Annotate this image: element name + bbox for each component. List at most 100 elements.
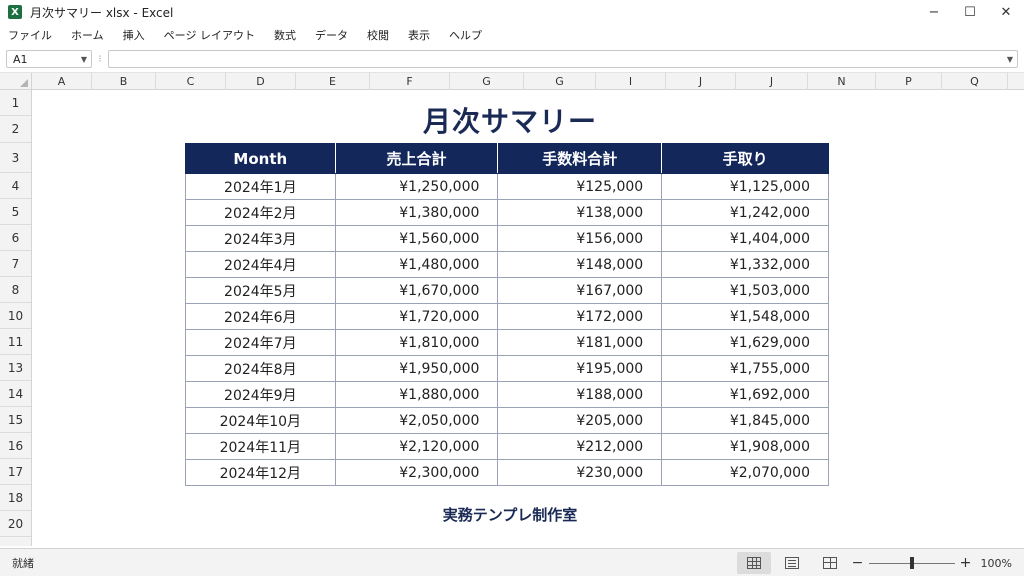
cell-sales[interactable]: ¥1,880,000 — [334, 381, 499, 408]
cell-fee[interactable]: ¥172,000 — [497, 303, 663, 330]
column-header[interactable]: G — [524, 73, 596, 90]
cell-month[interactable]: 2024年5月 — [185, 277, 336, 304]
cell-month[interactable]: 2024年12月 — [185, 459, 336, 486]
column-header[interactable]: G — [450, 73, 524, 90]
cell-net[interactable]: ¥1,845,000 — [661, 407, 829, 434]
formula-input[interactable]: ▼ — [108, 50, 1018, 68]
row-header[interactable]: 5 — [0, 199, 31, 225]
header-net[interactable]: 手取り — [661, 143, 829, 174]
close-button[interactable]: ✕ — [988, 0, 1024, 24]
row-header[interactable]: 3 — [0, 143, 31, 173]
cell-fee[interactable]: ¥195,000 — [497, 355, 663, 382]
cell-month[interactable]: 2024年4月 — [185, 251, 336, 278]
name-box[interactable]: A1 ▼ — [6, 50, 92, 68]
cell-net[interactable]: ¥1,404,000 — [661, 225, 829, 252]
row-header[interactable]: 13 — [0, 355, 31, 381]
cell-month[interactable]: 2024年3月 — [185, 225, 336, 252]
menu-insert[interactable]: 挿入 — [123, 27, 145, 43]
column-header[interactable]: C — [156, 73, 226, 90]
menu-formulas[interactable]: 数式 — [274, 27, 296, 43]
row-header[interactable]: 18 — [0, 485, 31, 511]
column-header[interactable]: Q — [942, 73, 1008, 90]
cell-sales[interactable]: ¥1,670,000 — [334, 277, 499, 304]
row-header[interactable]: 7 — [0, 251, 31, 277]
header-sales-total[interactable]: 売上合計 — [334, 143, 499, 174]
select-all-button[interactable] — [0, 73, 32, 90]
cell-month[interactable]: 2024年2月 — [185, 199, 336, 226]
cell-fee[interactable]: ¥167,000 — [497, 277, 663, 304]
cell-net[interactable]: ¥1,242,000 — [661, 199, 829, 226]
page-layout-view-button[interactable] — [775, 552, 809, 574]
cell-sales[interactable]: ¥2,050,000 — [334, 407, 499, 434]
header-month[interactable]: Month — [185, 143, 336, 174]
column-header[interactable]: E — [296, 73, 370, 90]
minimize-button[interactable]: − — [916, 0, 952, 24]
menu-review[interactable]: 校閲 — [367, 27, 389, 43]
cell-sales[interactable]: ¥2,300,000 — [334, 459, 499, 486]
menu-data[interactable]: データ — [315, 27, 348, 43]
cell-month[interactable]: 2024年7月 — [185, 329, 336, 356]
cell-fee[interactable]: ¥125,000 — [497, 173, 663, 200]
cell-sales[interactable]: ¥1,480,000 — [334, 251, 499, 278]
cell-fee[interactable]: ¥138,000 — [497, 199, 663, 226]
row-header[interactable]: 14 — [0, 381, 31, 407]
zoom-slider[interactable] — [868, 556, 955, 569]
menu-help[interactable]: ヘルプ — [449, 27, 482, 43]
zoom-out-button[interactable]: − — [851, 555, 865, 571]
cell-net[interactable]: ¥1,755,000 — [661, 355, 829, 382]
row-header[interactable]: 8 — [0, 277, 31, 303]
cell-net[interactable]: ¥1,125,000 — [661, 173, 829, 200]
row-header[interactable]: 6 — [0, 225, 31, 251]
column-header[interactable]: A — [32, 73, 92, 90]
cell-month[interactable]: 2024年1月 — [185, 173, 336, 200]
column-header[interactable]: J — [736, 73, 808, 90]
row-header[interactable]: 4 — [0, 173, 31, 199]
cell-net[interactable]: ¥1,692,000 — [661, 381, 829, 408]
cell-fee[interactable]: ¥181,000 — [497, 329, 663, 356]
column-header[interactable]: P — [876, 73, 942, 90]
cell-month[interactable]: 2024年6月 — [185, 303, 336, 330]
column-header[interactable]: N — [808, 73, 876, 90]
cell-fee[interactable]: ¥188,000 — [497, 381, 663, 408]
maximize-button[interactable]: ☐ — [952, 0, 988, 24]
column-header[interactable]: J — [666, 73, 736, 90]
row-header[interactable]: 20 — [0, 511, 31, 537]
cell-fee[interactable]: ¥148,000 — [497, 251, 663, 278]
cell-sales[interactable]: ¥1,720,000 — [334, 303, 499, 330]
cell-net[interactable]: ¥1,629,000 — [661, 329, 829, 356]
cell-fee[interactable]: ¥212,000 — [497, 433, 663, 460]
menu-home[interactable]: ホーム — [71, 27, 104, 43]
cell-sales[interactable]: ¥1,950,000 — [334, 355, 499, 382]
normal-view-button[interactable] — [736, 552, 771, 574]
expand-formula-chevron-icon[interactable]: ▼ — [1007, 55, 1013, 64]
cell-sales[interactable]: ¥1,810,000 — [334, 329, 499, 356]
cell-fee[interactable]: ¥156,000 — [497, 225, 663, 252]
cell-month[interactable]: 2024年9月 — [185, 381, 336, 408]
column-header[interactable]: I — [596, 73, 666, 90]
row-header[interactable]: 17 — [0, 459, 31, 485]
page-break-view-button[interactable] — [813, 552, 847, 574]
row-header[interactable]: 10 — [0, 303, 31, 329]
cell-net[interactable]: ¥2,070,000 — [661, 459, 829, 486]
menu-file[interactable]: ファイル — [8, 27, 52, 43]
cell-month[interactable]: 2024年10月 — [185, 407, 336, 434]
zoom-slider-thumb[interactable] — [909, 556, 914, 569]
row-header[interactable]: 16 — [0, 433, 31, 459]
cell-net[interactable]: ¥1,503,000 — [661, 277, 829, 304]
cell-net[interactable]: ¥1,908,000 — [661, 433, 829, 460]
cell-sales[interactable]: ¥1,250,000 — [334, 173, 499, 200]
cell-fee[interactable]: ¥205,000 — [497, 407, 663, 434]
cell-net[interactable]: ¥1,332,000 — [661, 251, 829, 278]
cell-month[interactable]: 2024年8月 — [185, 355, 336, 382]
zoom-level[interactable]: 100% — [981, 557, 1012, 570]
zoom-in-button[interactable]: + — [959, 555, 973, 571]
cell-net[interactable]: ¥1,548,000 — [661, 303, 829, 330]
column-header[interactable]: B — [92, 73, 156, 90]
row-header[interactable]: 1 — [0, 90, 31, 116]
cell-sales[interactable]: ¥1,380,000 — [334, 199, 499, 226]
menu-view[interactable]: 表示 — [408, 27, 430, 43]
header-fee-total[interactable]: 手数料合計 — [497, 143, 663, 174]
cell-sales[interactable]: ¥2,120,000 — [334, 433, 499, 460]
chevron-down-icon[interactable]: ▼ — [81, 55, 87, 64]
row-header[interactable]: 15 — [0, 407, 31, 433]
